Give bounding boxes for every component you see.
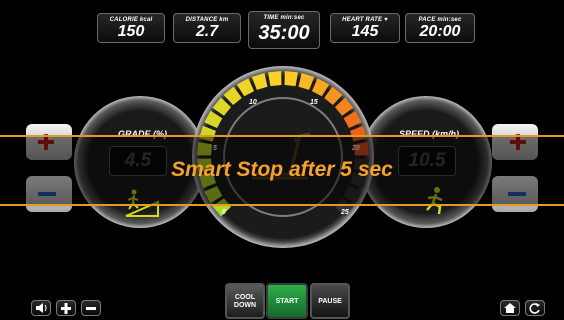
gauge-segment bbox=[212, 97, 232, 116]
home-button[interactable] bbox=[500, 300, 520, 316]
distance-value: 2.7 bbox=[195, 23, 219, 40]
gauge-segment bbox=[343, 110, 362, 129]
pace-value: 20:00 bbox=[419, 23, 461, 40]
start-label: START bbox=[275, 298, 299, 305]
heart-rate-value: 145 bbox=[351, 23, 379, 40]
gauge-segment bbox=[204, 110, 223, 129]
gauge-segment bbox=[298, 73, 315, 90]
gauge-tick-10: 10 bbox=[249, 99, 257, 106]
gauge-segment bbox=[236, 78, 255, 97]
speaker-icon bbox=[36, 303, 47, 313]
start-button[interactable]: START bbox=[266, 283, 308, 319]
calorie-value: 150 bbox=[117, 23, 145, 40]
volume-down-button[interactable] bbox=[81, 300, 101, 316]
time-stat: TIME min:sec 35:00 bbox=[248, 11, 320, 49]
gauge-segment bbox=[324, 86, 343, 106]
gauge-segment bbox=[311, 78, 330, 97]
gauge-tick-15: 15 bbox=[310, 99, 318, 106]
plus-icon bbox=[61, 303, 71, 314]
banner-top-line bbox=[0, 135, 564, 137]
minus-icon bbox=[86, 307, 96, 310]
refresh-icon bbox=[529, 303, 540, 314]
cool-down-label: COOL DOWN bbox=[233, 294, 257, 309]
volume-button[interactable] bbox=[31, 300, 51, 316]
calorie-stat: CALORIE kcal 150 bbox=[97, 13, 165, 43]
cool-down-button[interactable]: COOL DOWN bbox=[225, 283, 265, 319]
pause-label: PAUSE bbox=[318, 298, 342, 305]
pause-button[interactable]: PAUSE bbox=[310, 283, 350, 319]
gauge-tick-0: 0 bbox=[222, 209, 226, 216]
gauge-segment bbox=[223, 86, 242, 106]
smart-stop-text: Smart Stop after 5 sec bbox=[171, 158, 393, 181]
pace-stat: PACE min:sec 20:00 bbox=[405, 13, 475, 43]
distance-stat: DISTANCE km 2.7 bbox=[173, 13, 241, 43]
heart-rate-stat: HEART RATE ♥ 145 bbox=[330, 13, 400, 43]
home-icon bbox=[504, 303, 516, 313]
time-value: 35:00 bbox=[258, 22, 310, 44]
gauge-segment bbox=[334, 97, 354, 116]
smart-stop-banner: Smart Stop after 5 sec bbox=[0, 136, 564, 206]
reset-button[interactable] bbox=[525, 300, 545, 316]
volume-up-button[interactable] bbox=[56, 300, 76, 316]
gauge-tick-25: 25 bbox=[341, 209, 349, 216]
time-label: TIME min:sec bbox=[263, 15, 305, 21]
gauge-segment bbox=[251, 73, 268, 90]
gauge-segment bbox=[284, 71, 299, 87]
banner-bottom-line bbox=[0, 204, 564, 206]
gauge-segment bbox=[267, 71, 282, 87]
